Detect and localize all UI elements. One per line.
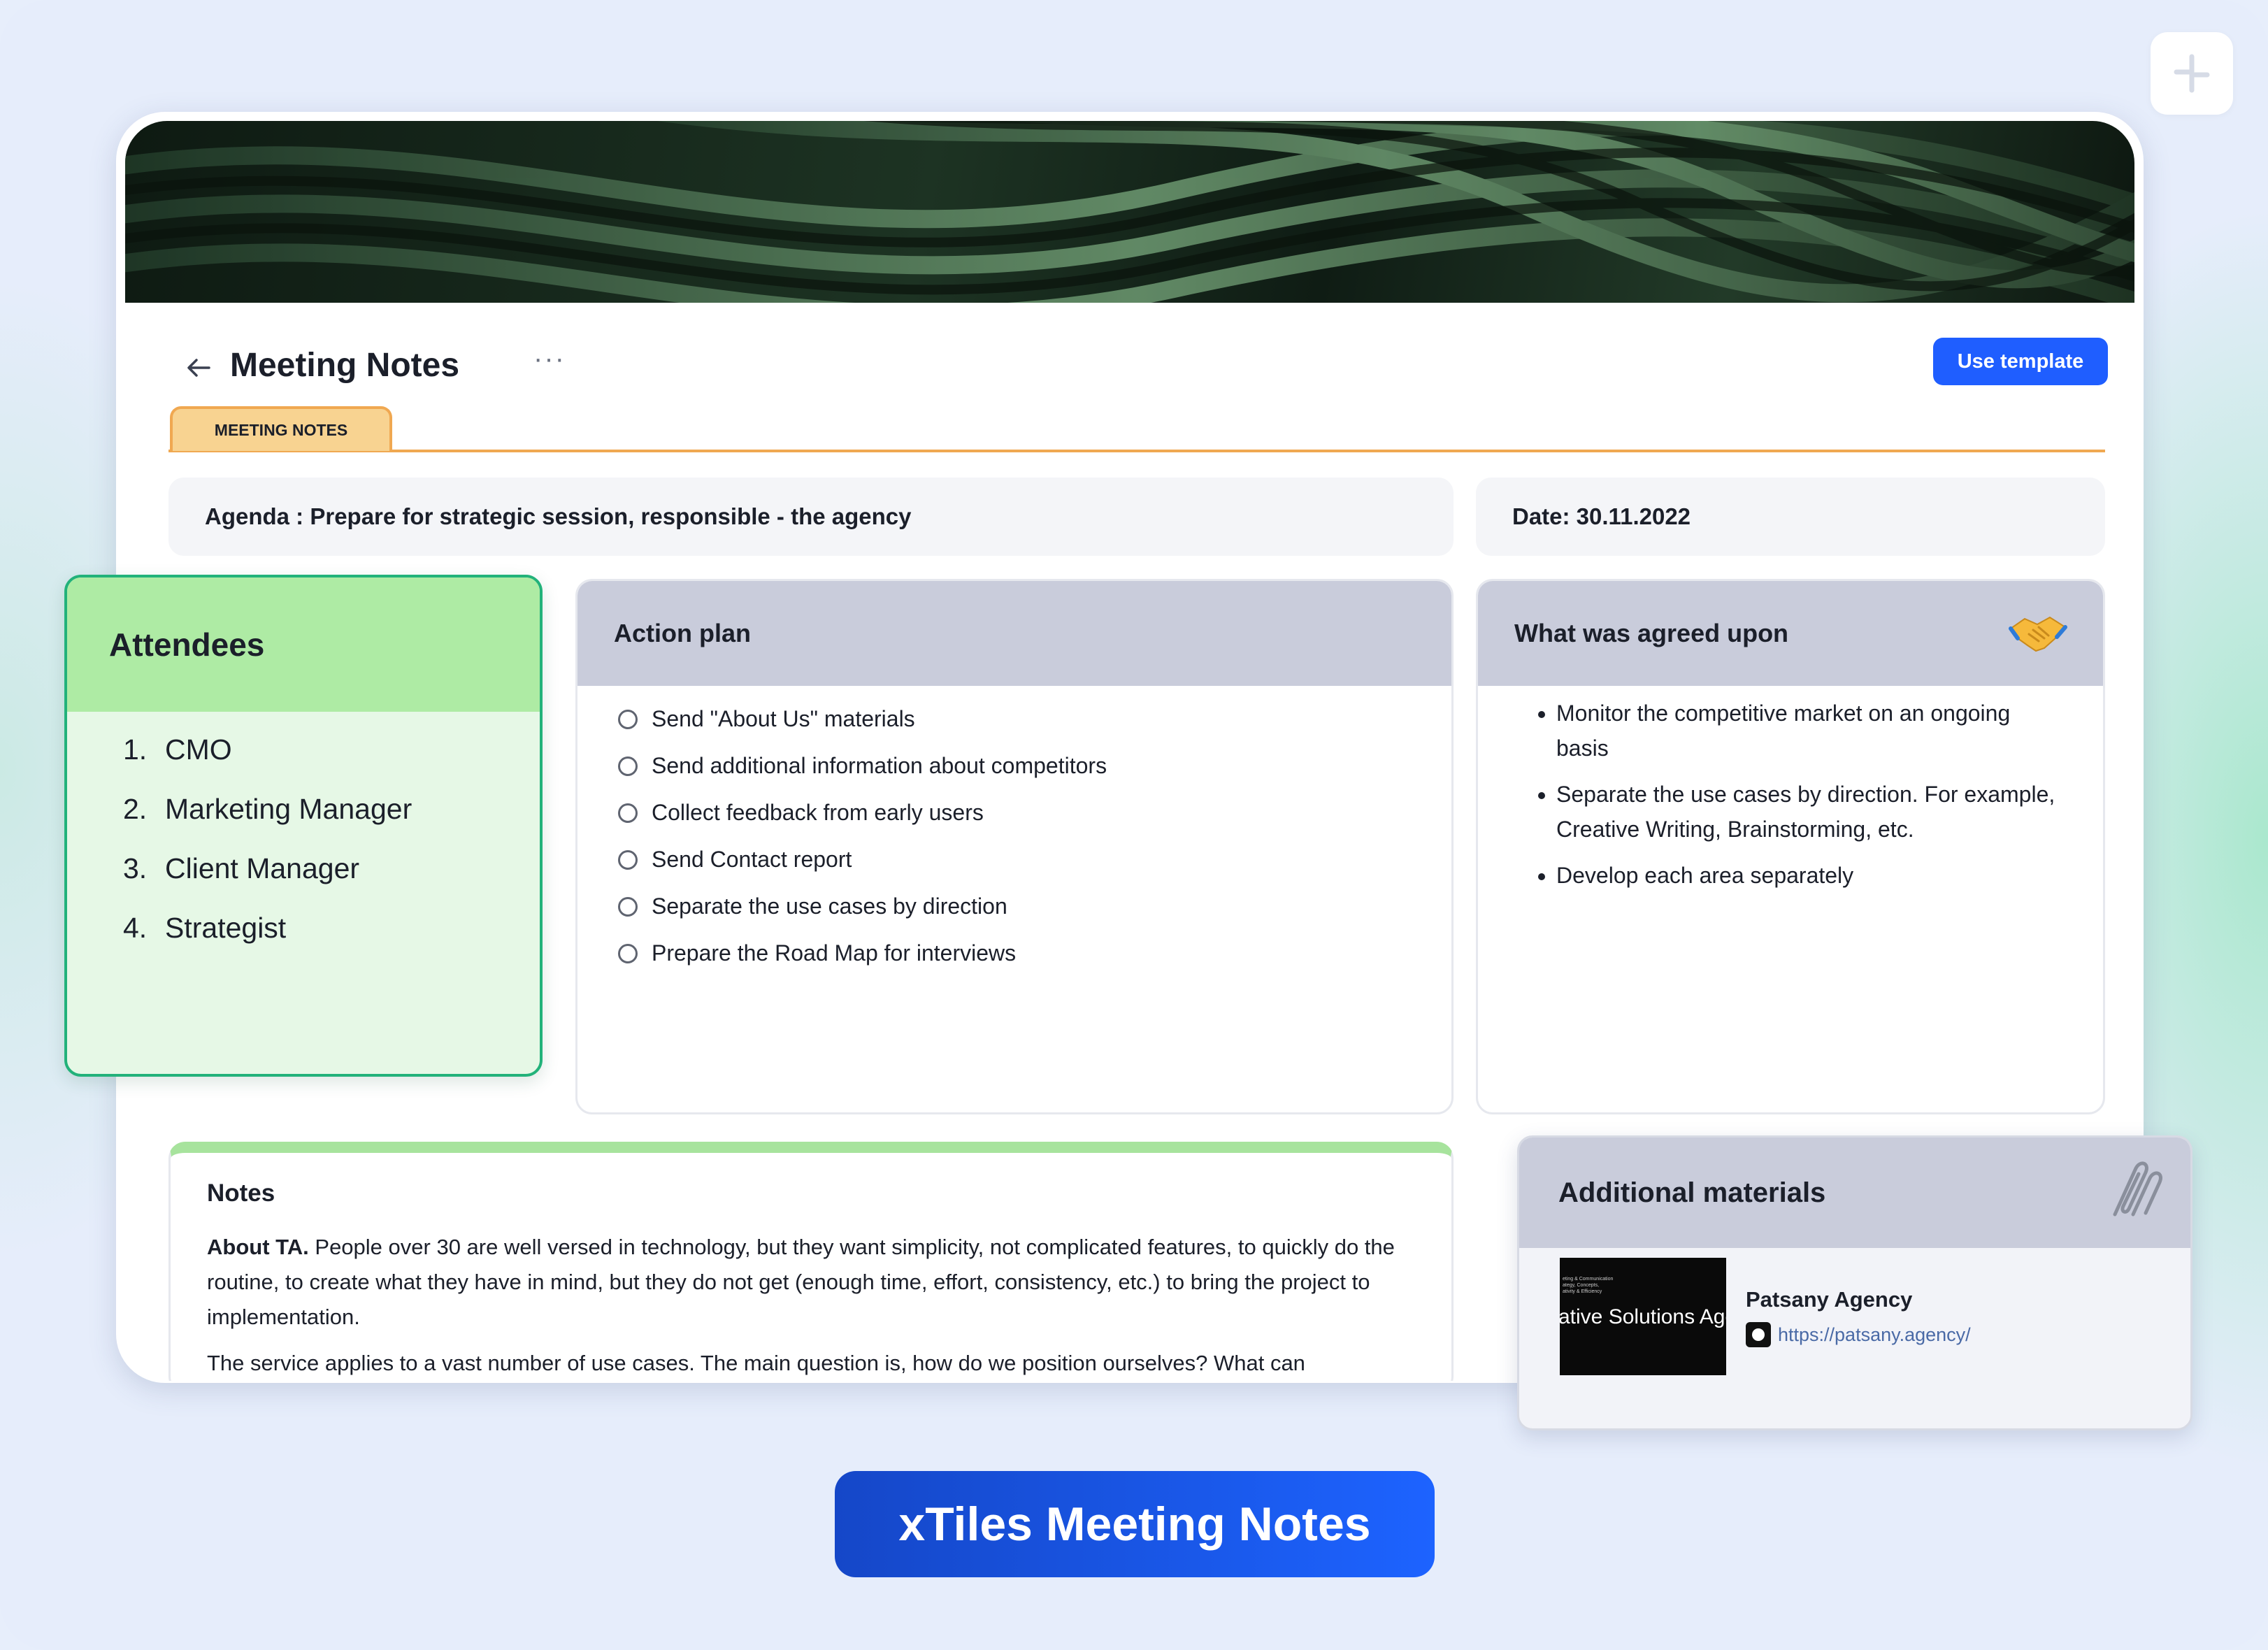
additional-materials-card: Additional materials eting & Communicati… bbox=[1517, 1135, 2192, 1430]
link-preview-thumbnail[interactable]: eting & Communication ategy, Concepts, a… bbox=[1560, 1258, 1726, 1375]
list-item: 2. Marketing Manager bbox=[123, 780, 540, 839]
checkbox[interactable] bbox=[618, 709, 638, 729]
notes-paragraph: The service applies to a vast number of … bbox=[207, 1351, 1305, 1375]
checklist-item-label: Collect feedback from early users bbox=[652, 800, 984, 825]
title-row: Meeting Notes ··· Use template bbox=[118, 324, 2141, 408]
agreed-title: What was agreed upon bbox=[1514, 619, 1789, 647]
cover-image bbox=[125, 121, 2134, 303]
checklist-item-label: Separate the use cases by direction bbox=[652, 894, 1007, 919]
tab-meeting-notes[interactable]: MEETING NOTES bbox=[170, 406, 392, 451]
notes-card: Notes About TA. People over 30 are well … bbox=[168, 1142, 1454, 1381]
link-title[interactable]: Patsany Agency bbox=[1746, 1287, 1912, 1312]
agreed-header: What was agreed upon bbox=[1478, 581, 2103, 686]
paperclip-icon bbox=[2113, 1161, 2162, 1217]
collapse-icon bbox=[2174, 54, 2210, 93]
checklist-item[interactable]: Collect feedback from early users bbox=[618, 789, 1451, 836]
use-template-button[interactable]: Use template bbox=[1933, 338, 2108, 385]
checklist-item[interactable]: Separate the use cases by direction bbox=[618, 883, 1451, 930]
checkbox[interactable] bbox=[618, 756, 638, 776]
agreed-list: Monitor the competitive market on an ong… bbox=[1478, 686, 2103, 893]
checklist-item[interactable]: Send Contact report bbox=[618, 836, 1451, 883]
tab-underline bbox=[168, 450, 2105, 452]
checkbox[interactable] bbox=[618, 803, 638, 823]
attendee-name: Marketing Manager bbox=[165, 793, 412, 825]
page-title: Meeting Notes bbox=[230, 347, 460, 384]
favicon-icon bbox=[1746, 1322, 1771, 1347]
list-number: 1. bbox=[123, 733, 148, 766]
notes-paragraph: People over 30 are well versed in techno… bbox=[207, 1235, 1395, 1329]
list-item: Separate the use cases by direction. For… bbox=[1556, 777, 2061, 847]
checklist-item-label: Prepare the Road Map for interviews bbox=[652, 940, 1017, 966]
checklist-item-label: Send "About Us" materials bbox=[652, 706, 915, 731]
checklist-item[interactable]: Prepare the Road Map for interviews bbox=[618, 930, 1451, 977]
attendee-name: Strategist bbox=[165, 912, 287, 944]
list-item: 4. Strategist bbox=[123, 898, 540, 958]
materials-title: Additional materials bbox=[1558, 1177, 1826, 1208]
attendee-name: CMO bbox=[165, 733, 232, 766]
agenda-box: Agenda : Prepare for strategic session, … bbox=[168, 478, 1454, 556]
attendees-card: Attendees 1. CMO 2. Marketing Manager 3. Cl… bbox=[64, 575, 543, 1077]
list-item: Develop each area separately bbox=[1556, 858, 2061, 893]
list-number: 4. bbox=[123, 912, 148, 944]
notes-body[interactable]: About TA. People over 30 are well versed… bbox=[207, 1230, 1423, 1381]
notes-title: Notes bbox=[207, 1179, 275, 1207]
checklist-item-label: Send Contact report bbox=[652, 847, 852, 872]
more-options-button[interactable]: ··· bbox=[533, 343, 566, 375]
back-arrow-icon[interactable] bbox=[181, 350, 216, 385]
date-box: Date: 30.11.2022 bbox=[1476, 478, 2105, 556]
checkbox[interactable] bbox=[618, 849, 638, 870]
link-row[interactable]: https://patsany.agency/ bbox=[1746, 1322, 1971, 1347]
action-plan-card: Action plan Send "About Us" materials Se… bbox=[575, 579, 1454, 1114]
list-number: 3. bbox=[123, 852, 148, 884]
checkbox[interactable] bbox=[618, 896, 638, 917]
checkbox[interactable] bbox=[618, 943, 638, 963]
notes-lead: About TA. bbox=[207, 1235, 309, 1259]
attendee-name: Client Manager bbox=[165, 852, 360, 884]
checklist-item-label: Send additional information about compet… bbox=[652, 753, 1107, 778]
checklist-item[interactable]: Send additional information about compet… bbox=[618, 742, 1451, 789]
thumbnail-text: ative Solutions Age bbox=[1560, 1305, 1726, 1328]
list-number: 2. bbox=[123, 793, 148, 825]
checklist-item[interactable]: Send "About Us" materials bbox=[618, 696, 1451, 742]
materials-header: Additional materials bbox=[1519, 1138, 2190, 1248]
action-plan-list: Send "About Us" materials Send additiona… bbox=[577, 686, 1451, 977]
action-plan-title: Action plan bbox=[577, 581, 1451, 686]
list-item: Monitor the competitive market on an ong… bbox=[1556, 696, 2061, 766]
attendees-list: 1. CMO 2. Marketing Manager 3. Client Manag… bbox=[67, 712, 540, 958]
list-item: 1. CMO bbox=[123, 720, 540, 780]
handshake-icon bbox=[2009, 616, 2067, 652]
collapse-button[interactable] bbox=[2151, 32, 2233, 115]
title-banner: xTiles Meeting Notes bbox=[835, 1471, 1435, 1577]
thumbnail-caption: eting & Communication ategy, Concepts, a… bbox=[1563, 1277, 1614, 1294]
attendees-title: Attendees bbox=[67, 578, 540, 712]
list-item: 3. Client Manager bbox=[123, 839, 540, 898]
agreed-card: What was agreed upon Monitor the competi… bbox=[1476, 579, 2105, 1114]
link-url[interactable]: https://patsany.agency/ bbox=[1778, 1324, 1971, 1346]
